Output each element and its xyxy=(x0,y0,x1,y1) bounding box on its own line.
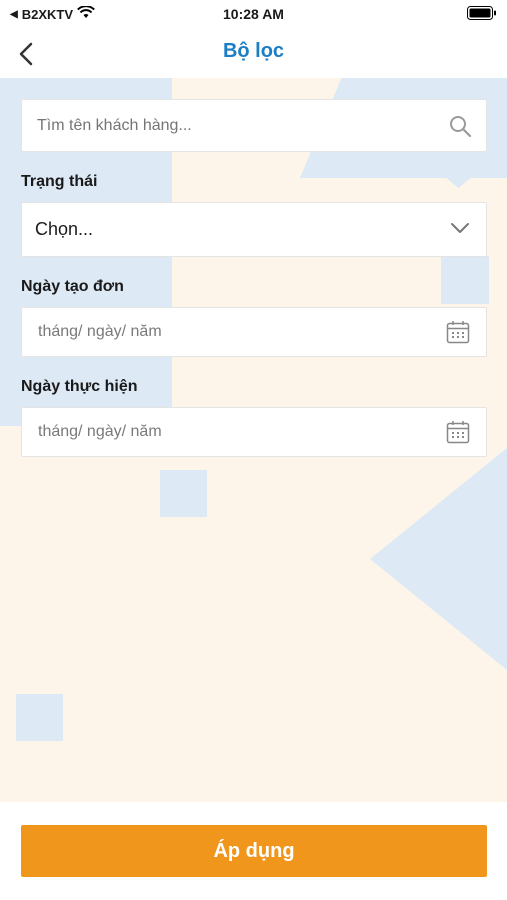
apply-button[interactable]: Áp dụng xyxy=(21,825,487,877)
status-time: 10:28 AM xyxy=(223,6,284,22)
bg-shape-bottom-square xyxy=(16,694,63,741)
bg-shape-mid-square xyxy=(160,470,207,517)
status-select[interactable]: Chọn... xyxy=(21,202,487,257)
created-date-field[interactable]: tháng/ ngày/ năm xyxy=(21,307,487,357)
created-date-placeholder: tháng/ ngày/ năm xyxy=(38,323,162,340)
chevron-down-icon xyxy=(450,221,470,240)
bg-shape-right-square xyxy=(441,256,489,304)
calendar-icon[interactable] xyxy=(446,420,470,449)
search-field[interactable] xyxy=(21,99,487,152)
created-date-label: Ngày tạo đơn xyxy=(21,278,124,295)
battery-icon xyxy=(467,6,497,25)
calendar-icon[interactable] xyxy=(446,320,470,349)
search-input[interactable] xyxy=(37,100,437,151)
execution-date-placeholder: tháng/ ngày/ năm xyxy=(38,423,162,440)
status-bar: ◀ B2XKTV 10:28 AM xyxy=(0,0,507,30)
nav-bar: Bộ lọc xyxy=(0,30,507,78)
bg-shape-right-diamond xyxy=(370,448,507,670)
execution-date-label: Ngày thực hiện xyxy=(21,378,138,395)
search-icon[interactable] xyxy=(448,114,472,143)
status-label: Trạng thái xyxy=(21,173,98,190)
execution-date-field[interactable]: tháng/ ngày/ năm xyxy=(21,407,487,457)
page-title: Bộ lọc xyxy=(222,40,285,62)
status-select-value: Chọn... xyxy=(35,219,94,239)
